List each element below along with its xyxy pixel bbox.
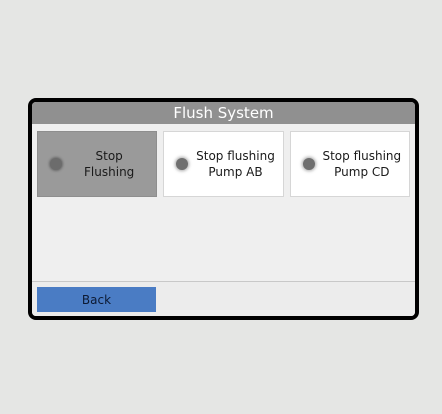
back-label: Back bbox=[81, 292, 112, 307]
stop-flushing-label: Stop Flushing bbox=[84, 149, 135, 179]
back-button[interactable]: Back bbox=[37, 287, 156, 312]
page-title: Flush System bbox=[173, 104, 274, 122]
stop-flushing-pump-ab-label: Stop flushing Pump AB bbox=[196, 149, 275, 179]
stop-flushing-pump-cd-label: Stop flushing Pump CD bbox=[322, 149, 402, 179]
hmi-panel: Flush System Stop Flushing Stop flushing… bbox=[28, 98, 419, 320]
screen: Flush System Stop Flushing Stop flushing… bbox=[32, 102, 415, 316]
title-bar: Flush System bbox=[32, 102, 415, 124]
status-indicator-icon bbox=[176, 158, 189, 170]
flush-button-row: Stop Flushing Stop flushing Pump AB Stop… bbox=[37, 131, 410, 197]
stop-flushing-pump-ab-button[interactable]: Stop flushing Pump AB bbox=[163, 131, 284, 197]
status-indicator-icon bbox=[302, 158, 315, 170]
footer-bar: Back bbox=[32, 281, 415, 316]
stop-flushing-pump-cd-button[interactable]: Stop flushing Pump CD bbox=[289, 131, 410, 197]
stop-flushing-button[interactable]: Stop Flushing bbox=[37, 131, 158, 197]
status-indicator-icon bbox=[50, 158, 62, 170]
